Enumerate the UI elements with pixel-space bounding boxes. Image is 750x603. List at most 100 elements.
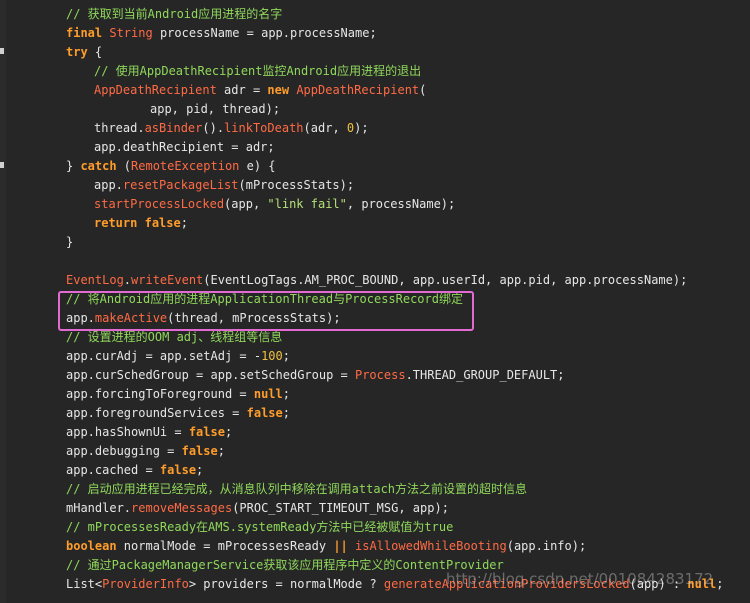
code-line[interactable]: app.deathRecipient = adr; xyxy=(0,138,750,157)
code-line[interactable]: try { xyxy=(0,43,750,62)
code-line[interactable]: mHandler.removeMessages(PROC_START_TIMEO… xyxy=(0,499,750,518)
code-token: false xyxy=(188,425,225,439)
code-token: // 通过PackageManagerService获取该应用程序中定义的Con… xyxy=(66,558,504,572)
code-token: ; xyxy=(716,577,724,591)
code-line[interactable]: app.curSchedGroup = app.setSchedGroup = … xyxy=(0,366,750,385)
code-line[interactable]: app.debugging = false; xyxy=(0,442,750,461)
code-token: (). xyxy=(202,121,225,135)
code-line[interactable]: AppDeathRecipient adr = new AppDeathReci… xyxy=(0,81,750,100)
code-token: new xyxy=(267,83,290,97)
code-token: } xyxy=(66,159,81,173)
code-line[interactable]: // 使用AppDeathRecipient监控Android应用进程的退出 xyxy=(0,62,750,81)
code-token: try xyxy=(66,45,88,59)
code-token: false xyxy=(181,444,218,458)
code-token: startProcessLocked xyxy=(94,197,225,211)
code-line[interactable]: // 获取到当前Android应用进程的名字 xyxy=(0,5,750,24)
code-token: // 将Android应用的进程ApplicationThread与Proces… xyxy=(66,292,463,306)
code-line[interactable]: app.forcingToForeground = null; xyxy=(0,385,750,404)
code-editor[interactable]: // 获取到当前Android应用进程的名字 final String proce… xyxy=(0,5,750,594)
code-token: app.curSchedGroup = app.setSchedGroup = xyxy=(66,368,355,382)
code-line[interactable]: app.foregroundServices = false; xyxy=(0,404,750,423)
code-token: app, pid, thread); xyxy=(150,102,281,116)
code-line[interactable]: app.cached = false; xyxy=(0,461,750,480)
code-token: (EventLogTags.AM_PROC_BOUND, app.userId,… xyxy=(203,273,688,287)
code-token: (PROC_START_TIMEOUT_MSG, app); xyxy=(232,501,449,515)
code-token: (adr, xyxy=(303,121,347,135)
code-token: adr = xyxy=(216,83,268,97)
code-line[interactable]: // 启动应用进程已经完成，从消息队列中移除在调用attach方法之前设置的超时… xyxy=(0,480,750,499)
code-line[interactable]: // 设置进程的OOM adj、线程组等信息 xyxy=(0,328,750,347)
code-token: || xyxy=(333,539,348,553)
code-token: e) { xyxy=(239,159,276,173)
code-token: app.curAdj = app.setAdj = - xyxy=(66,349,262,363)
code-token: ( xyxy=(116,159,132,173)
code-token: "link fail" xyxy=(267,197,347,211)
code-token: (app, xyxy=(224,197,268,211)
code-token: AppDeathRecipient xyxy=(94,83,217,97)
code-line[interactable]: app, pid, thread); xyxy=(0,100,750,119)
code-line[interactable]: } xyxy=(0,233,750,252)
code-token: RemoteException xyxy=(131,159,240,173)
watermark-text: http://blog.csdn.net/001084283172 xyxy=(446,570,714,588)
code-token: null xyxy=(253,387,283,401)
code-token: // 设置进程的OOM adj、线程组等信息 xyxy=(66,330,283,344)
code-token: linkToDeath xyxy=(224,121,304,135)
code-token: return xyxy=(94,216,138,230)
code-token: // 启动应用进程已经完成，从消息队列中移除在调用attach方法之前设置的超时… xyxy=(66,482,528,496)
code-token: AppDeathRecipient xyxy=(296,83,420,97)
code-line[interactable]: app.makeActive(thread, mProcessStats); xyxy=(0,309,750,328)
code-token: app.foregroundServices = xyxy=(66,406,247,420)
code-line[interactable] xyxy=(0,252,750,271)
code-token: app.deathRecipient = adr; xyxy=(94,140,275,154)
code-token: (app.info); xyxy=(506,539,587,553)
code-token: removeMessages xyxy=(131,501,233,515)
code-token: ; xyxy=(217,444,225,458)
code-token: ); xyxy=(354,121,369,135)
code-token: app. xyxy=(66,311,95,325)
code-token: ; xyxy=(282,406,290,420)
code-token: normalMode = mProcessesReady xyxy=(116,539,334,553)
code-token: .THREAD_GROUP_DEFAULT; xyxy=(405,368,565,382)
code-token: ; xyxy=(224,425,233,439)
code-token: List< xyxy=(66,577,103,591)
code-token: { xyxy=(87,45,103,59)
code-token: thread. xyxy=(94,121,145,135)
code-token: catch xyxy=(80,159,117,173)
code-token: // 使用AppDeathRecipient监控Android应用进程的退出 xyxy=(94,64,422,78)
code-line[interactable]: EventLog.writeEvent(EventLogTags.AM_PROC… xyxy=(0,271,750,290)
code-token: writeEvent xyxy=(131,273,204,287)
code-line[interactable]: // mProcessesReady在AMS.systemReady方法中已经被… xyxy=(0,518,750,537)
code-token: (thread, mProcessStats); xyxy=(167,311,341,325)
code-token: app.cached = xyxy=(66,463,160,477)
code-line[interactable]: boolean normalMode = mProcessesReady || … xyxy=(0,537,750,556)
code-token: makeActive xyxy=(94,311,168,325)
code-token: EventLog xyxy=(66,273,124,287)
code-token: boolean xyxy=(66,539,117,553)
code-token: > providers = normalMode ? xyxy=(188,577,384,591)
code-token: resetPackageList xyxy=(122,178,239,192)
code-line[interactable]: // 将Android应用的进程ApplicationThread与Proces… xyxy=(0,290,750,309)
code-token: // mProcessesReady在AMS.systemReady方法中已经被… xyxy=(66,520,454,534)
code-token: ; xyxy=(196,463,204,477)
code-line[interactable]: final String processName = app.processNa… xyxy=(0,24,750,43)
code-token: final xyxy=(66,26,103,40)
code-token: false xyxy=(144,216,181,230)
code-token: ProviderInfo xyxy=(102,577,189,591)
code-token: String xyxy=(109,26,153,40)
code-token: , processName); xyxy=(346,197,456,211)
code-token: // 获取到当前Android应用进程的名字 xyxy=(66,7,283,21)
code-line[interactable]: return false; xyxy=(0,214,750,233)
code-line[interactable]: app.curAdj = app.setAdj = -100; xyxy=(0,347,750,366)
code-line[interactable]: app.hasShownUi = false; xyxy=(0,423,750,442)
code-line[interactable]: app.resetPackageList(mProcessStats); xyxy=(0,176,750,195)
code-token: asBinder xyxy=(144,121,203,135)
code-line[interactable]: thread.asBinder().linkToDeath(adr, 0); xyxy=(0,119,750,138)
code-token: processName = app.processName; xyxy=(152,26,377,40)
code-token: app.hasShownUi = xyxy=(66,425,189,439)
code-token: (mProcessStats); xyxy=(238,178,355,192)
code-line[interactable]: startProcessLocked(app, "link fail", pro… xyxy=(0,195,750,214)
code-token: app.forcingToForeground = xyxy=(66,387,254,401)
code-line[interactable]: } catch (RemoteException e) { xyxy=(0,157,750,176)
